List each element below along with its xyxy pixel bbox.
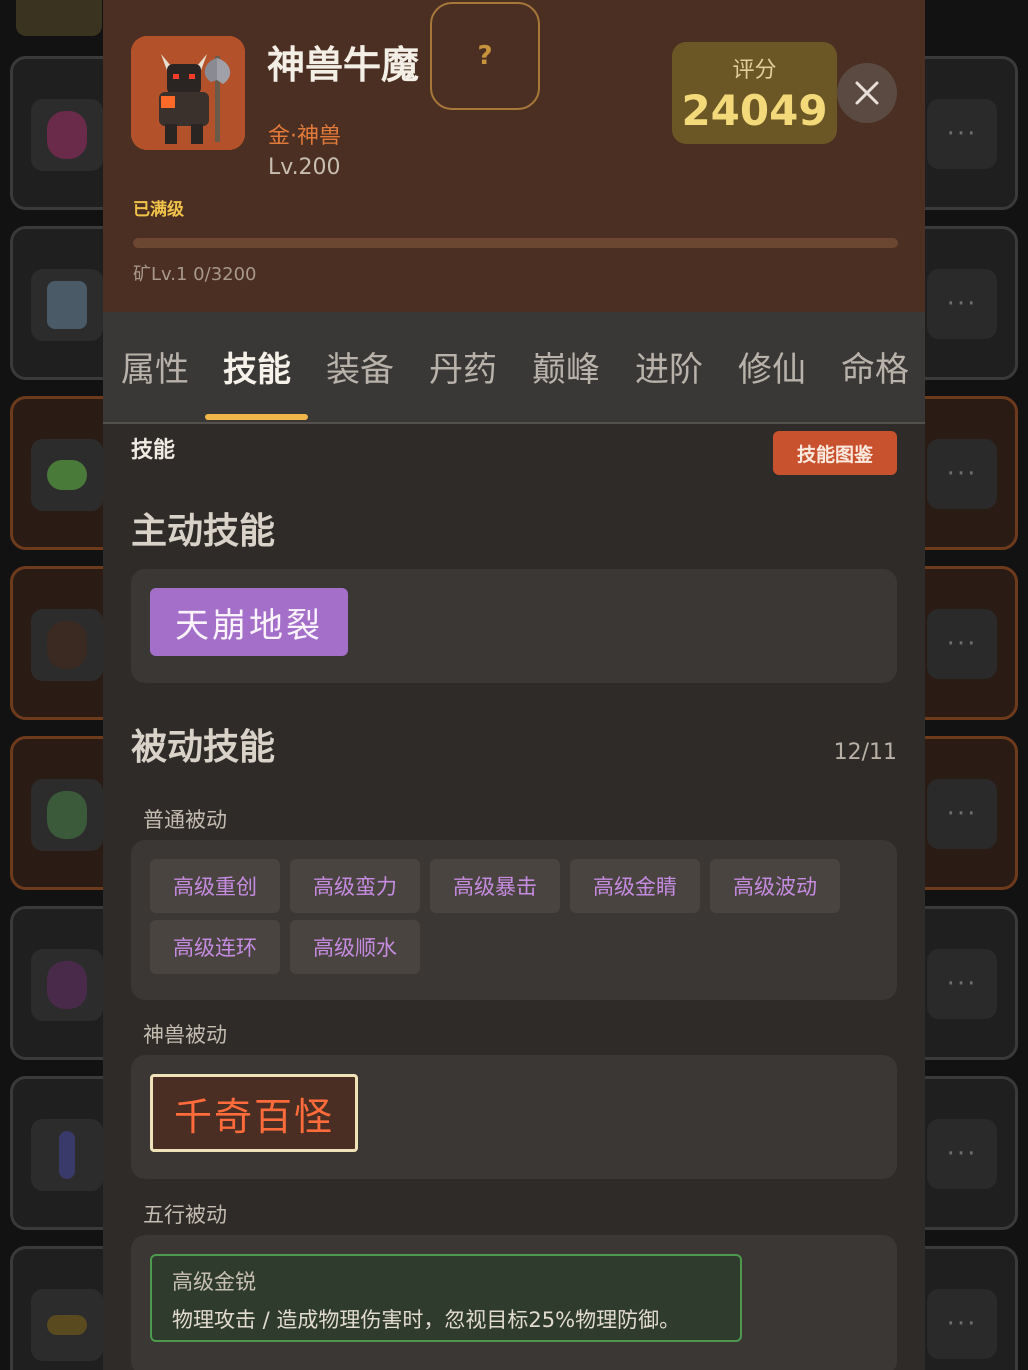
item-thumbnail	[31, 779, 103, 851]
mine-progress-bar	[133, 238, 898, 248]
more-button[interactable]: ···	[927, 1119, 997, 1189]
passive-skill-chip[interactable]: 高级金睛	[570, 859, 700, 913]
background-topbar	[16, 0, 102, 36]
beast-passive-panel: 千奇百怪	[131, 1055, 897, 1179]
more-button[interactable]: ···	[927, 949, 997, 1019]
mine-progress-label: 矿Lv.1 0/3200	[133, 264, 257, 285]
close-icon	[855, 81, 879, 105]
item-thumbnail	[31, 1119, 103, 1191]
hero-level: Lv.200	[268, 155, 341, 180]
more-button[interactable]: ···	[927, 1289, 997, 1359]
beast-skill-chip[interactable]: 千奇百怪	[150, 1074, 358, 1152]
skills-section-title: 技能	[131, 438, 176, 463]
passive-skill-chip[interactable]: 高级暴击	[430, 859, 560, 913]
score-box: 评分 24049	[672, 42, 837, 144]
passive-skill-chip[interactable]: 高级连环	[150, 920, 280, 974]
element-passive-label: 五行被动	[143, 1203, 227, 1227]
tab-skills[interactable]: 技能	[223, 342, 291, 391]
tab-equipment[interactable]: 装备	[326, 342, 394, 391]
element-passive-panel: 高级金锐 物理攻击 / 造成物理伤害时，忽视目标25%物理防御。	[131, 1235, 897, 1370]
bull-demon-icon	[131, 36, 245, 150]
item-thumbnail	[31, 99, 103, 171]
more-button[interactable]: ···	[927, 439, 997, 509]
maxed-label: 已满级	[133, 200, 184, 220]
hero-attribute: 金·神兽	[268, 124, 341, 149]
hero-detail-modal: 神兽牛魔 ? 金·神兽 Lv.200 评分 24049 已满级 矿Lv.1 0/…	[103, 0, 925, 1370]
passive-skill-chip[interactable]: 高级蛮力	[290, 859, 420, 913]
more-button[interactable]: ···	[927, 99, 997, 169]
close-button[interactable]	[837, 63, 897, 123]
normal-passive-label: 普通被动	[143, 808, 227, 832]
element-skill-name: 高级金锐	[172, 1270, 256, 1294]
more-button[interactable]: ···	[927, 269, 997, 339]
tab-advance[interactable]: 进阶	[635, 342, 703, 391]
skill-atlas-button[interactable]: 技能图鉴	[773, 431, 897, 475]
passive-skill-chip[interactable]: 高级波动	[710, 859, 840, 913]
element-skill-card[interactable]: 高级金锐 物理攻击 / 造成物理伤害时，忽视目标25%物理防御。	[150, 1254, 742, 1342]
more-button[interactable]: ···	[927, 779, 997, 849]
tab-cultivation[interactable]: 修仙	[738, 342, 806, 391]
score-label: 评分	[732, 58, 777, 83]
hero-avatar	[131, 36, 245, 150]
active-tab-indicator	[205, 414, 308, 420]
passive-skill-chip[interactable]: 高级顺水	[290, 920, 420, 974]
hero-name: 神兽牛魔	[267, 43, 420, 87]
item-thumbnail	[31, 609, 103, 681]
active-skill-chip[interactable]: 天崩地裂	[150, 588, 348, 656]
hero-header: 神兽牛魔 ? 金·神兽 Lv.200 评分 24049 已满级 矿Lv.1 0/…	[103, 0, 925, 312]
item-thumbnail	[31, 1289, 103, 1361]
tab-destiny[interactable]: 命格	[841, 342, 909, 391]
passive-skill-chip[interactable]: 高级重创	[150, 859, 280, 913]
item-thumbnail	[31, 949, 103, 1021]
element-skill-desc: 物理攻击 / 造成物理伤害时，忽视目标25%物理防御。	[172, 1308, 681, 1332]
tab-bar: 属性 技能 装备 丹药 巅峰 进阶 修仙 命格	[103, 312, 925, 424]
active-skills-title: 主动技能	[131, 511, 276, 552]
item-thumbnail	[31, 439, 103, 511]
active-skills-panel: 天崩地裂	[131, 569, 897, 683]
passive-skills-title: 被动技能	[131, 727, 276, 768]
item-thumbnail	[31, 269, 103, 341]
passive-skill-count: 12/11	[833, 740, 897, 765]
score-value: 24049	[681, 86, 828, 135]
tab-peak[interactable]: 巅峰	[532, 342, 600, 391]
more-button[interactable]: ···	[927, 609, 997, 679]
normal-passives-panel: 高级重创 高级蛮力 高级暴击 高级金睛 高级波动 高级连环 高级顺水	[131, 840, 897, 1000]
tab-elixir[interactable]: 丹药	[429, 342, 497, 391]
help-button[interactable]: ?	[430, 2, 540, 110]
tab-attributes[interactable]: 属性	[121, 342, 189, 391]
beast-passive-label: 神兽被动	[143, 1023, 227, 1047]
